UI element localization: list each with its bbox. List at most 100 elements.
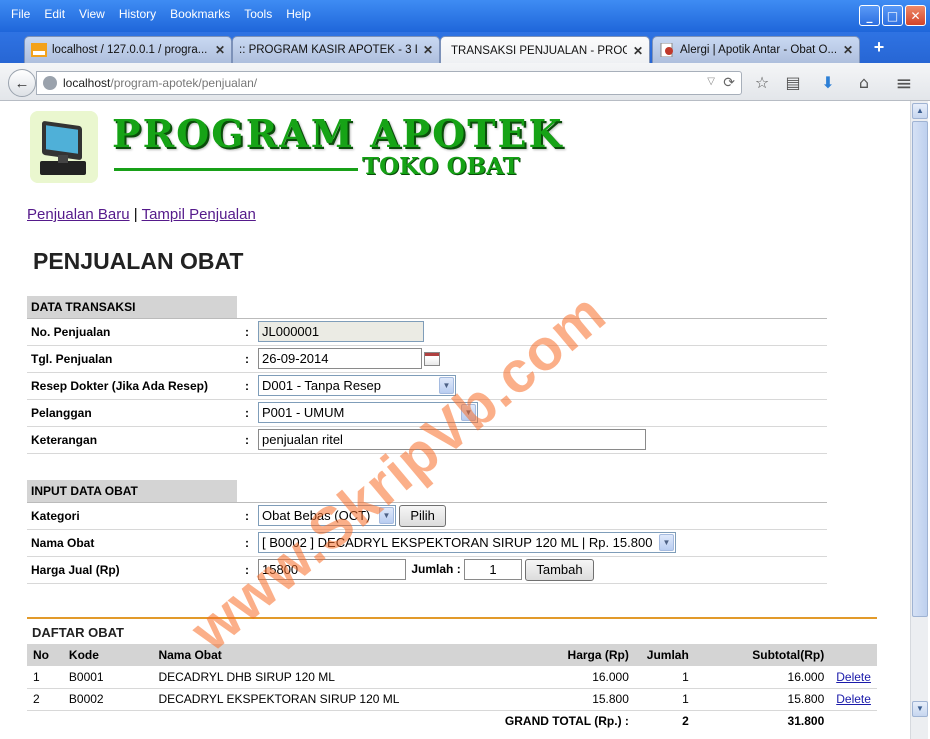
tab-close-icon[interactable]: ✕ xyxy=(423,43,433,57)
tab-transaksi-penjualan[interactable]: TRANSAKSI PENJUALAN - PROGR... ✕ xyxy=(440,36,650,64)
calendar-icon[interactable] xyxy=(424,351,440,366)
menu-help[interactable]: Help xyxy=(279,6,318,22)
scroll-up-icon[interactable]: ▲ xyxy=(912,103,928,119)
tab-phpmyadmin[interactable]: localhost / 127.0.0.1 / progra... ✕ xyxy=(24,36,232,63)
top-links: Penjualan Baru | Tampil Penjualan xyxy=(27,206,256,223)
tab-bar: localhost / 127.0.0.1 / progra... ✕ :: P… xyxy=(0,32,930,64)
menu-bookmarks[interactable]: Bookmarks xyxy=(163,6,237,22)
keterangan-input[interactable]: penjualan ritel xyxy=(258,429,646,450)
tambah-button[interactable]: Tambah xyxy=(525,558,594,581)
chevron-down-icon: ▼ xyxy=(379,507,394,524)
maximize-button[interactable]: □ xyxy=(882,5,903,26)
delete-link[interactable]: Delete xyxy=(836,670,871,684)
reading-list-icon[interactable]: ▤ xyxy=(783,73,803,93)
menu-view[interactable]: View xyxy=(72,6,112,22)
tab-close-icon[interactable]: ✕ xyxy=(633,44,643,58)
grand-total-value: 31.800 xyxy=(787,714,825,729)
title-bar: File Edit View History Bookmarks Tools H… xyxy=(0,0,930,32)
bookmark-star-icon[interactable]: ☆ xyxy=(752,73,772,93)
column-header: Harga (Rp) xyxy=(450,644,635,666)
menu-file[interactable]: File xyxy=(4,6,37,22)
chevron-down-icon: ▼ xyxy=(659,534,674,551)
chevron-down-icon: ▼ xyxy=(461,404,476,421)
column-header: Kode xyxy=(62,644,153,666)
form-row-keterangan: Keterangan : penjualan ritel xyxy=(27,425,827,453)
tgl-penjualan-input[interactable]: 26-09-2014 xyxy=(258,348,422,369)
tab-label: localhost / 127.0.0.1 / progra... xyxy=(52,44,208,56)
page-viewport: PROGRAM APOTEK TOKO OBAT Penjualan Baru … xyxy=(0,101,910,739)
delete-link[interactable]: Delete xyxy=(836,692,871,706)
form-row-tgl-penjualan: Tgl. Penjualan : 26-09-2014 xyxy=(27,344,827,372)
harga-jual-input[interactable]: 15800 xyxy=(258,559,406,580)
phpmyadmin-icon xyxy=(31,43,47,57)
pelanggan-select[interactable]: P001 - UMUM ▼ xyxy=(258,402,478,423)
menu-history[interactable]: History xyxy=(112,6,163,22)
url-text[interactable]: localhost/program-apotek/penjualan/ xyxy=(63,76,257,90)
menu-bar: File Edit View History Bookmarks Tools H… xyxy=(4,6,318,22)
field-label: Harga Jual (Rp) xyxy=(27,555,237,583)
no-penjualan-input[interactable]: JL000001 xyxy=(258,321,424,342)
field-label: No. Penjualan xyxy=(27,317,237,345)
form-row-harga: Harga Jual (Rp) : 15800 Jumlah : 1 Tamba… xyxy=(27,555,827,583)
section-header: INPUT DATA OBAT xyxy=(27,480,827,503)
section-divider xyxy=(27,617,877,619)
grand-total-row: GRAND TOTAL (Rp.) : 2 31.800 xyxy=(27,710,877,732)
field-label: Keterangan xyxy=(27,425,237,453)
url-dropdown-icon[interactable]: ▽ xyxy=(707,76,715,87)
url-host: localhost xyxy=(63,76,111,90)
chevron-down-icon: ▼ xyxy=(439,377,454,394)
page-icon xyxy=(660,43,673,57)
close-window-button[interactable]: ✕ xyxy=(905,5,926,26)
reload-icon[interactable]: ⟳ xyxy=(723,74,735,91)
kategori-select[interactable]: Obat Bebas (OCT) ▼ xyxy=(258,505,396,526)
nama-obat-select[interactable]: [ B0002 ] DECADRYL EKSPEKTORAN SIRUP 120… xyxy=(258,532,676,553)
scroll-thumb[interactable] xyxy=(912,121,928,617)
table-row: 2 B0002 DECADRYL EKSPEKTORAN SIRUP 120 M… xyxy=(27,688,877,711)
data-transaksi-form: DATA TRANSAKSI No. Penjualan : JL000001 … xyxy=(27,296,827,454)
hamburger-menu-icon[interactable]: ≡ xyxy=(894,73,914,93)
back-button[interactable]: ← xyxy=(8,69,36,97)
minimize-button[interactable]: _ xyxy=(859,5,880,26)
form-row-no-penjualan: No. Penjualan : JL000001 xyxy=(27,317,827,345)
home-icon[interactable]: ⌂ xyxy=(854,73,874,93)
section-title: INPUT DATA OBAT xyxy=(27,480,237,503)
jumlah-label: Jumlah : xyxy=(411,561,461,576)
field-label: Resep Dokter (Jika Ada Resep) xyxy=(27,371,237,399)
window-controls: _ □ ✕ xyxy=(859,5,926,26)
menu-tools[interactable]: Tools xyxy=(237,6,279,22)
tampil-penjualan-link[interactable]: Tampil Penjualan xyxy=(142,206,256,223)
url-bar[interactable]: localhost/program-apotek/penjualan/ ▽ ⟳ xyxy=(36,71,742,95)
app-logo: PROGRAM APOTEK TOKO OBAT xyxy=(30,109,562,187)
column-header: Subtotal(Rp) xyxy=(694,644,831,666)
field-label: Kategori xyxy=(27,501,237,529)
logo-subtitle: TOKO OBAT xyxy=(362,153,520,180)
section-title: DATA TRANSAKSI xyxy=(27,296,237,319)
vertical-scrollbar[interactable]: ▲ ▼ xyxy=(910,101,928,739)
tab-close-icon[interactable]: ✕ xyxy=(843,43,853,57)
resep-dokter-select[interactable]: D001 - Tanpa Resep ▼ xyxy=(258,375,456,396)
pilih-button[interactable]: Pilih xyxy=(399,504,446,527)
column-header: Jumlah xyxy=(634,644,695,666)
tab-label: Alergi | Apotik Antar - Obat O... xyxy=(680,44,837,56)
page-title: PENJUALAN OBAT xyxy=(33,248,244,274)
tab-close-icon[interactable]: ✕ xyxy=(215,43,225,57)
penjualan-baru-link[interactable]: Penjualan Baru xyxy=(27,206,130,223)
navigation-bar: ← localhost/program-apotek/penjualan/ ▽ … xyxy=(0,63,930,101)
tab-alergi[interactable]: Alergi | Apotik Antar - Obat O... ✕ xyxy=(652,36,860,63)
scroll-down-icon[interactable]: ▼ xyxy=(912,701,928,717)
input-obat-form: INPUT DATA OBAT Kategori : Obat Bebas (O… xyxy=(27,480,827,584)
tab-kasir-apotek[interactable]: :: PROGRAM KASIR APOTEK - 3 L... ✕ xyxy=(232,36,440,63)
new-tab-icon[interactable]: + xyxy=(870,38,888,56)
table-header-row: No Kode Nama Obat Harga (Rp) Jumlah Subt… xyxy=(27,644,877,666)
column-header: Nama Obat xyxy=(152,644,451,666)
url-path: /program-apotek/penjualan/ xyxy=(110,76,258,90)
link-separator: | xyxy=(133,206,138,223)
logo-divider xyxy=(114,168,358,171)
field-label: Tgl. Penjualan xyxy=(27,344,237,372)
grand-total-jumlah: 2 xyxy=(682,714,689,729)
field-label: Nama Obat xyxy=(27,528,237,556)
jumlah-input[interactable]: 1 xyxy=(464,559,523,580)
menu-edit[interactable]: Edit xyxy=(37,6,72,22)
cash-register-icon xyxy=(30,111,98,183)
download-icon[interactable]: ⬇ xyxy=(818,73,838,93)
